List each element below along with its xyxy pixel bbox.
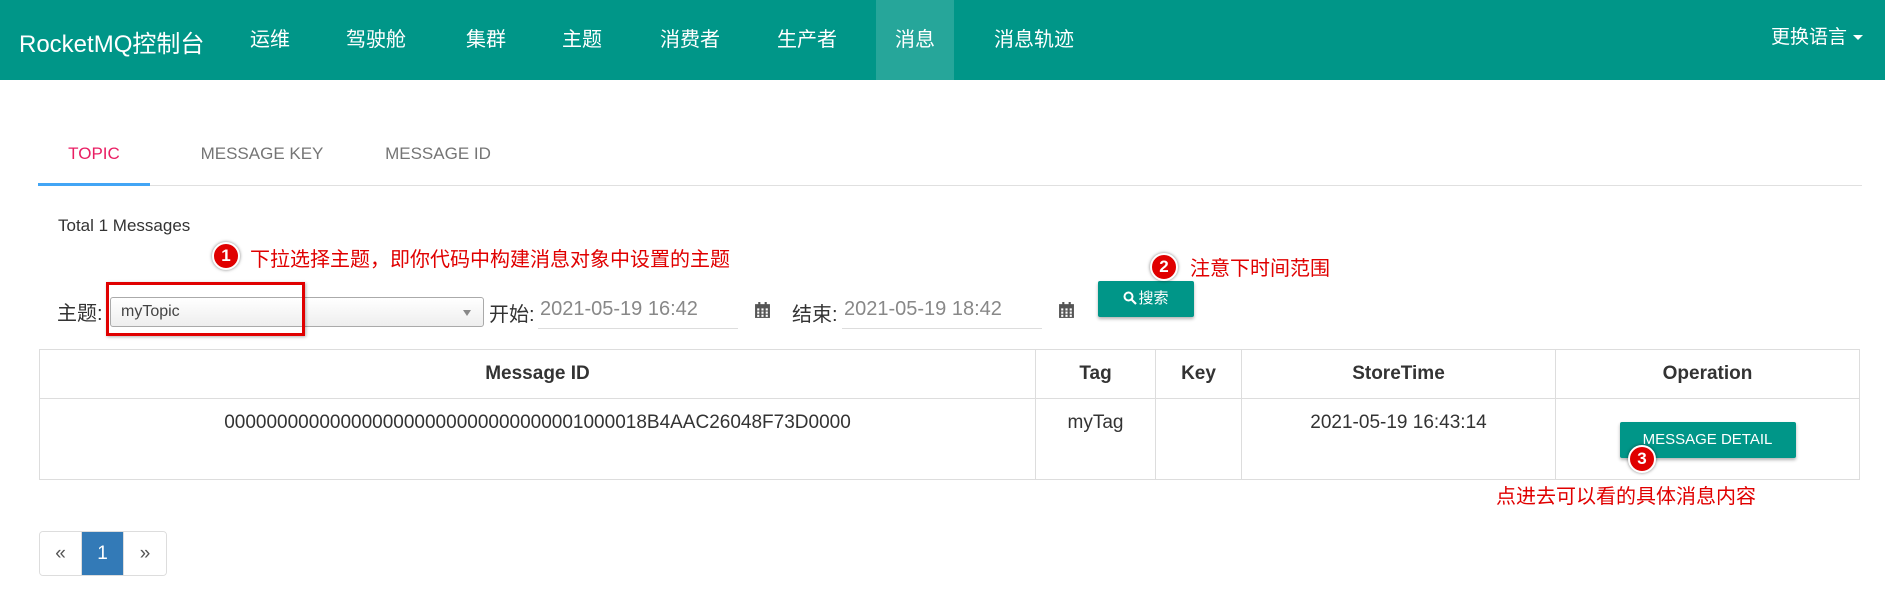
end-time-input[interactable]	[842, 291, 1042, 329]
search-icon	[1123, 291, 1138, 305]
language-dropdown[interactable]: 更换语言	[1771, 0, 1863, 80]
search-mode-tabs: TOPIC MESSAGE KEY MESSAGE ID	[38, 134, 1862, 186]
nav-item-producer[interactable]: 生产者	[762, 0, 852, 80]
pagination-next[interactable]: »	[124, 532, 166, 575]
total-messages-count: Total 1 Messages	[58, 216, 191, 235]
caret-down-icon	[1853, 35, 1863, 41]
annotation-text-1: 下拉选择主题，即你代码中构建消息对象中设置的主题	[250, 247, 730, 271]
language-label: 更换语言	[1770, 27, 1847, 48]
column-header-operation: Operation	[1555, 349, 1860, 399]
end-time-label: 结束:	[792, 304, 838, 326]
tab-message-id[interactable]: MESSAGE ID	[358, 134, 518, 186]
pagination-page[interactable]: 1	[82, 532, 124, 575]
search-button[interactable]: 搜索	[1098, 281, 1194, 317]
annotation-marker-2: 2	[1150, 253, 1178, 281]
annotation-text-2: 注意下时间范围	[1190, 256, 1330, 280]
topic-label: 主题:	[57, 303, 103, 325]
nav-item-message-trace[interactable]: 消息轨迹	[980, 0, 1088, 80]
cell-message-id: 0000000000000000000000000000000001000018…	[39, 398, 1036, 480]
column-header-message-id: Message ID	[39, 349, 1036, 399]
start-time-input[interactable]	[538, 291, 738, 329]
brand-logo[interactable]: RocketMQ控制台	[19, 24, 204, 59]
top-navbar: RocketMQ控制台 运维 驾驶舱 集群 主题 消费者 生产者 消息 消息轨迹…	[0, 0, 1885, 80]
nav-item-topic[interactable]: 主题	[544, 0, 620, 80]
annotation-marker-3: 3	[1628, 445, 1656, 473]
message-table: Message ID Tag Key StoreTime Operation 0…	[39, 349, 1860, 480]
annotation-text-3: 点进去可以看的具体消息内容	[1496, 484, 1756, 508]
cell-operation: MESSAGE DETAIL	[1555, 398, 1860, 480]
column-header-tag: Tag	[1035, 349, 1156, 399]
calendar-icon[interactable]	[754, 302, 771, 319]
calendar-icon[interactable]	[1058, 302, 1075, 319]
cell-store-time: 2021-05-19 16:43:14	[1241, 398, 1556, 480]
nav-item-cluster[interactable]: 集群	[448, 0, 524, 80]
nav-item-message[interactable]: 消息	[876, 0, 954, 80]
active-tab-indicator	[38, 183, 150, 186]
column-header-key: Key	[1155, 349, 1242, 399]
nav-item-dashboard[interactable]: 驾驶舱	[332, 0, 420, 80]
nav-item-consumer[interactable]: 消费者	[645, 0, 735, 80]
dropdown-arrow-icon	[463, 310, 471, 316]
search-button-label: 搜索	[1138, 290, 1169, 307]
table-row: 0000000000000000000000000000000001000018…	[39, 398, 1860, 480]
pagination-prev[interactable]: «	[40, 532, 82, 575]
nav-item-ops[interactable]: 运维	[232, 0, 308, 80]
cell-key	[1155, 398, 1242, 480]
table-header-row: Message ID Tag Key StoreTime Operation	[39, 349, 1860, 399]
pagination: « 1 »	[39, 531, 167, 576]
cell-tag: myTag	[1035, 398, 1156, 480]
annotation-marker-1: 1	[212, 242, 240, 270]
tab-topic[interactable]: TOPIC	[38, 134, 150, 186]
column-header-store-time: StoreTime	[1241, 349, 1556, 399]
tab-message-key[interactable]: MESSAGE KEY	[178, 134, 346, 186]
start-time-label: 开始:	[489, 304, 535, 326]
topic-select-highlight-box	[106, 282, 305, 336]
